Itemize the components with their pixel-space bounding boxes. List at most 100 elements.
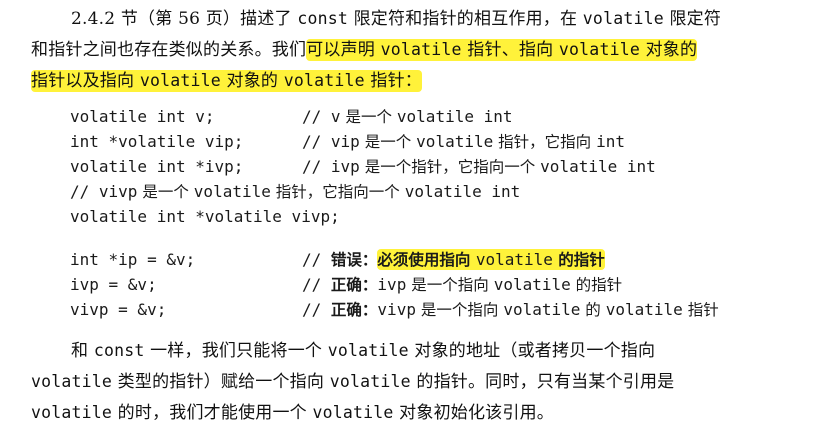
comment-code: volatile <box>503 300 581 319</box>
comment-code: vivp <box>98 182 138 201</box>
comment-prefix: // <box>302 275 331 294</box>
highlighted-text: 指针以及指向 volatile 对象的 volatile 指针： <box>31 70 422 92</box>
highlighted-text: 可以声明 volatile 指针、指向 volatile 对象的 <box>306 39 698 61</box>
text-run: 和 <box>71 341 94 361</box>
text-run: 指针： <box>364 71 422 91</box>
comment-code: vivp <box>377 300 416 319</box>
comment-text: 的 <box>580 301 606 319</box>
comment-label: 正确： <box>330 300 378 319</box>
code-line-decl-v: volatile int v; // v 是一个 volatile int <box>70 105 810 129</box>
code-keyword: volatile <box>31 403 113 422</box>
comment-prefix: // <box>70 182 99 201</box>
code-keyword: volatile <box>31 372 113 391</box>
code-comment: // ivp 是一个指针，它指向一个 volatile int <box>302 155 656 179</box>
text-run: 指针以及指向 <box>31 71 140 91</box>
code-keyword: volatile <box>312 403 394 422</box>
code-statement: volatile int v; <box>70 107 215 126</box>
text-run: 对象的 <box>639 40 698 60</box>
comment-code: ivp <box>377 275 407 294</box>
comment-text: 是一个指针，它指向一个 <box>359 158 541 176</box>
code-keyword: volatile <box>558 40 640 59</box>
text-run: 可以声明 <box>306 40 381 60</box>
comment-text: 指针，它指向 <box>493 133 597 151</box>
code-line-assign-ivp: ivp = &v; // 正确：ivp 是一个指向 volatile 的指针 <box>70 273 810 297</box>
code-comment: // 正确：vivp 是一个指向 volatile 的 volatile 指针 <box>302 298 719 322</box>
code-line-vivp-comment: // vivp 是一个 volatile 指针，它指向一个 volatile i… <box>70 180 810 204</box>
comment-text: 指针 <box>682 301 719 319</box>
text-run: 指针、指向 <box>461 40 559 60</box>
code-keyword: const <box>297 9 348 28</box>
code-line-assign-vivp: vivp = &v; // 正确：vivp 是一个指向 volatile 的 v… <box>70 298 810 322</box>
code-statement: int *ip = &v; <box>70 250 196 269</box>
text-run: 类型的指针）赋给一个指向 <box>112 372 330 392</box>
code-statement: vivp = &v; <box>70 300 167 319</box>
comment-text: 指针，它指向一个 <box>270 183 405 201</box>
book-page: 2.4.2 节（第 56 页）描述了 const 限定符和指针的相互作用，在 v… <box>0 0 828 429</box>
comment-label: 正确： <box>330 275 378 294</box>
text-run: 2.4.2 节（第 56 页）描述了 <box>71 9 298 29</box>
comment-code: vip <box>330 132 360 151</box>
text-run: 和指针之间也存在类似的关系。我们 <box>31 40 307 60</box>
highlighted-text: 必须使用指向 volatile 的指针 <box>377 249 605 270</box>
comment-code: volatile <box>193 182 271 201</box>
code-keyword: volatile <box>329 372 411 391</box>
code-comment: // 正确：ivp 是一个指向 volatile 的指针 <box>302 273 622 297</box>
comment-label: 错误： <box>330 250 378 269</box>
comment-prefix: // <box>302 300 331 319</box>
text-run: 限定符 <box>663 9 722 29</box>
text-run: 的时，我们才能使用一个 <box>112 403 313 423</box>
comment-text: 的指针 <box>570 276 623 294</box>
code-statement: volatile int *ivp; <box>70 157 244 176</box>
intro-line-1: 2.4.2 节（第 56 页）描述了 const 限定符和指针的相互作用，在 v… <box>31 3 821 34</box>
outro-line-3: volatile 的时，我们才能使用一个 volatile 对象初始化该引用。 <box>31 397 821 428</box>
code-keyword: volatile <box>380 40 462 59</box>
text-run: 对象初始化该引用。 <box>393 403 554 423</box>
comment-prefix: // <box>302 107 331 126</box>
code-line-decl-ivp: volatile int *ivp; // ivp 是一个指针，它指向一个 vo… <box>70 155 810 179</box>
text-run: 限定符和指针的相互作用，在 <box>347 9 583 29</box>
comment-text: 是一个 <box>359 133 417 151</box>
comment-code: volatile <box>605 300 683 319</box>
code-keyword: const <box>93 341 145 360</box>
intro-line-2: 和指针之间也存在类似的关系。我们可以声明 volatile 指针、指向 vola… <box>31 34 821 65</box>
comment-code: volatile <box>475 250 553 269</box>
comment-text: 是一个 <box>340 108 397 126</box>
text-run: 一样，我们只能将一个 <box>144 341 328 361</box>
code-line-assign-ip: int *ip = &v; // 错误：必须使用指向 volatile 的指针 <box>70 248 810 272</box>
text-run: 的指针。同时，只有当某个引用是 <box>410 372 675 392</box>
comment-text: 的指针 <box>552 250 605 269</box>
code-statement: volatile int *volatile vivp; <box>70 207 340 226</box>
comment-text: 是一个指向 <box>415 301 504 319</box>
code-comment: // vivp 是一个 volatile 指针，它指向一个 volatile i… <box>70 180 520 204</box>
outro-paragraph: 和 const 一样，我们只能将一个 volatile 对象的地址（或者拷贝一个… <box>31 335 821 428</box>
code-keyword: volatile <box>582 9 664 28</box>
code-line-decl-vip: int *volatile vip; // vip 是一个 volatile 指… <box>70 130 810 154</box>
code-keyword: volatile <box>139 71 221 90</box>
code-comment: // 错误：必须使用指向 volatile 的指针 <box>302 248 605 272</box>
code-statement: ivp = &v; <box>70 275 157 294</box>
comment-code: int <box>596 132 625 151</box>
text-run: 对象的地址（或者拷贝一个指向 <box>408 341 656 361</box>
outro-line-1: 和 const 一样，我们只能将一个 volatile 对象的地址（或者拷贝一个… <box>31 335 821 366</box>
comment-prefix: // <box>302 250 331 269</box>
comment-code: volatile <box>416 132 494 151</box>
comment-text: 是一个 <box>137 183 194 201</box>
comment-prefix: // <box>302 157 331 176</box>
code-keyword: volatile <box>283 71 365 90</box>
code-block: volatile int v; // v 是一个 volatile int in… <box>70 105 810 320</box>
comment-text: 必须使用指向 <box>377 250 476 269</box>
code-statement: int *volatile vip; <box>70 132 244 151</box>
comment-code: volatile <box>493 275 571 294</box>
comment-code: volatile int <box>540 157 656 176</box>
code-line-decl-vivp: volatile int *volatile vivp; <box>70 205 810 229</box>
code-comment: // v 是一个 volatile int <box>302 105 513 129</box>
text-run: 对象的 <box>220 71 284 91</box>
comment-code: volatile int <box>404 182 521 201</box>
outro-line-2: volatile 类型的指针）赋给一个指向 volatile 的指针。同时，只有… <box>31 366 821 397</box>
comment-code: volatile int <box>396 107 513 126</box>
comment-code: v <box>330 107 341 126</box>
comment-text: 是一个指向 <box>406 276 494 294</box>
intro-line-3: 指针以及指向 volatile 对象的 volatile 指针： <box>31 65 821 96</box>
comment-prefix: // <box>302 132 331 151</box>
code-comment: // vip 是一个 volatile 指针，它指向 int <box>302 130 625 154</box>
